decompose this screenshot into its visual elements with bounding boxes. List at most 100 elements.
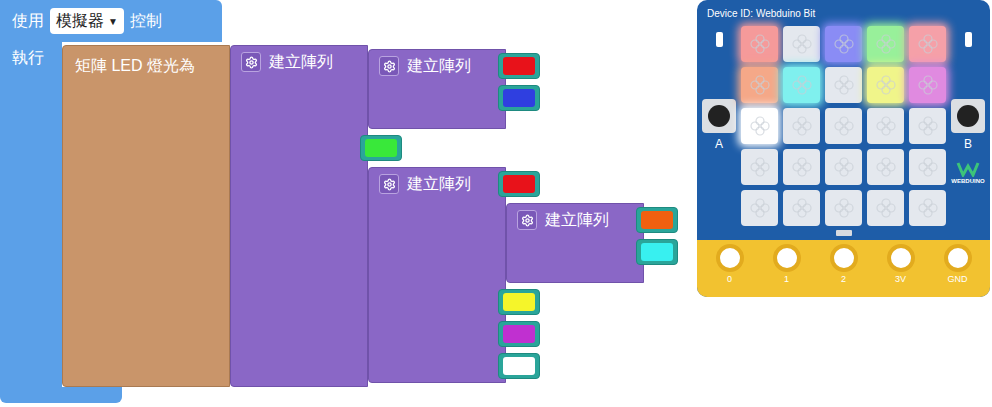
led-flower-icon (917, 115, 939, 137)
led-flower-icon (875, 115, 897, 137)
matrix-led (825, 190, 862, 226)
led-flower-icon (791, 197, 813, 219)
color-block[interactable] (498, 85, 540, 111)
matrix-led (741, 108, 778, 144)
matrix-led (783, 108, 820, 144)
led-flower-icon (791, 156, 813, 178)
color-swatch[interactable] (503, 89, 535, 107)
matrix-led (867, 26, 904, 62)
color-block[interactable] (498, 53, 540, 79)
matrix-led (783, 26, 820, 62)
array-label: 建立陣列 (407, 56, 471, 76)
color-block[interactable] (498, 353, 540, 379)
color-swatch[interactable] (503, 293, 535, 311)
color-block[interactable] (360, 135, 402, 161)
button-label: B (964, 137, 972, 151)
webduino-logo: WEBDUINO (951, 161, 984, 185)
led-flower-icon (917, 33, 939, 55)
color-block[interactable] (498, 289, 540, 315)
matrix-label: 矩陣 LED 燈光為 (75, 57, 195, 74)
color-swatch[interactable] (365, 139, 397, 157)
led-flower-icon (833, 156, 855, 178)
color-swatch[interactable] (503, 357, 535, 375)
pin-label: 2 (841, 274, 846, 285)
board-button[interactable] (702, 99, 736, 133)
logo-mark-icon (956, 161, 980, 177)
led-flower-icon (749, 33, 771, 55)
pin-label: GND (948, 274, 968, 285)
color-block[interactable] (636, 239, 678, 265)
pin-label: 3V (895, 274, 906, 285)
matrix-led (909, 67, 946, 103)
create-array-block[interactable]: 建立陣列 (368, 49, 540, 129)
led-flower-icon (917, 197, 939, 219)
board-button[interactable] (951, 99, 985, 133)
matrix-led (909, 190, 946, 226)
led-flower-icon (833, 33, 855, 55)
led-flower-icon (791, 74, 813, 96)
pin-pad[interactable] (830, 244, 858, 272)
color-swatch[interactable] (503, 175, 535, 193)
matrix-led (825, 149, 862, 185)
control-label: 控制 (130, 9, 162, 33)
matrix-led (825, 26, 862, 62)
pin-label: 1 (784, 274, 789, 285)
led-flower-icon (791, 33, 813, 55)
blocks-workspace[interactable]: 使用模擬器▼控制執行矩陣 LED 燈光為建立陣列建立陣列建立陣列建立陣列 (0, 0, 696, 407)
matrix-led (741, 190, 778, 226)
matrix-led (741, 67, 778, 103)
matrix-led (783, 67, 820, 103)
led-flower-icon (875, 74, 897, 96)
color-block[interactable] (636, 207, 678, 233)
pin-strip: 0 1 2 3V GND (697, 240, 990, 297)
use-label: 使用 (12, 9, 44, 33)
matrix-led (867, 108, 904, 144)
pin-pad[interactable] (716, 244, 744, 272)
gear-icon[interactable] (379, 174, 399, 194)
gear-icon[interactable] (241, 52, 261, 72)
color-swatch[interactable] (503, 325, 535, 343)
matrix-led (741, 26, 778, 62)
pin-pad[interactable] (887, 244, 915, 272)
led-flower-icon (917, 74, 939, 96)
matrix-led (783, 190, 820, 226)
create-array-block[interactable]: 建立陣列建立陣列建立陣列建立陣列 (230, 45, 678, 387)
led-flower-icon (875, 156, 897, 178)
matrix-led (783, 149, 820, 185)
matrix-led-block[interactable]: 矩陣 LED 燈光為建立陣列建立陣列建立陣列建立陣列 (62, 45, 678, 387)
led-matrix (741, 26, 946, 226)
matrix-led (867, 190, 904, 226)
color-block[interactable] (498, 321, 540, 347)
led-flower-icon (791, 115, 813, 137)
array-label: 建立陣列 (269, 52, 333, 72)
device-dropdown[interactable]: 模擬器▼ (50, 8, 124, 34)
matrix-led (909, 149, 946, 185)
led-flower-icon (749, 156, 771, 178)
array-label: 建立陣列 (545, 210, 609, 230)
gear-icon[interactable] (517, 210, 537, 230)
matrix-led (741, 149, 778, 185)
matrix-led (867, 149, 904, 185)
color-swatch[interactable] (641, 211, 673, 229)
pin-pad[interactable] (773, 244, 801, 272)
pin-pad[interactable] (944, 244, 972, 272)
create-array-block[interactable]: 建立陣列 (506, 203, 678, 283)
gear-icon[interactable] (379, 56, 399, 76)
led-flower-icon (875, 33, 897, 55)
led-flower-icon (875, 197, 897, 219)
led-flower-icon (749, 115, 771, 137)
color-swatch[interactable] (503, 57, 535, 75)
matrix-led (825, 108, 862, 144)
led-flower-icon (917, 156, 939, 178)
create-array-block[interactable]: 建立陣列建立陣列 (368, 167, 678, 383)
exec-label: 執行 (12, 49, 44, 66)
matrix-led (825, 67, 862, 103)
led-flower-icon (749, 197, 771, 219)
color-block[interactable] (498, 171, 540, 197)
pin-label: 0 (727, 274, 732, 285)
use-device-block[interactable]: 使用模擬器▼控制執行矩陣 LED 燈光為建立陣列建立陣列建立陣列建立陣列 (0, 0, 696, 403)
color-swatch[interactable] (641, 243, 673, 261)
matrix-led (867, 67, 904, 103)
matrix-led (909, 26, 946, 62)
button-label: A (715, 137, 723, 151)
